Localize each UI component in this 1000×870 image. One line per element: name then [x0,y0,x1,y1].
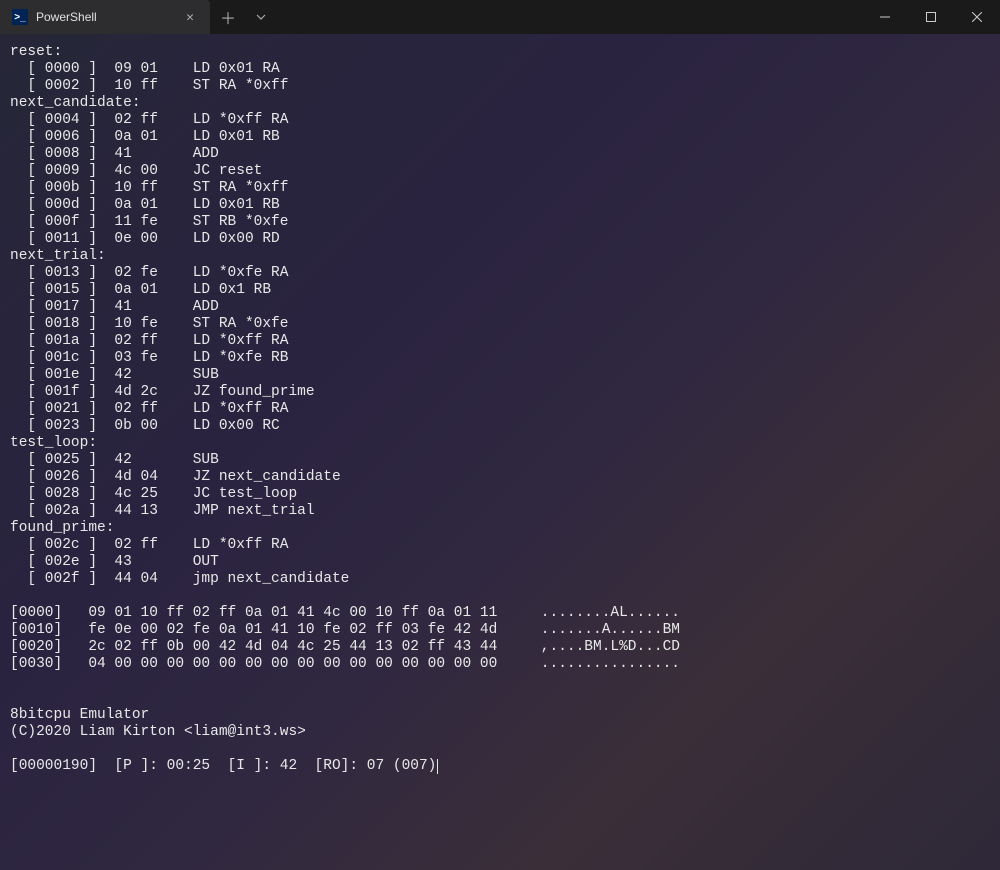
output-line: [ 0021 ] 02 ff LD *0xff RA [10,401,990,418]
output-line: [ 0025 ] 42 SUB [10,452,990,469]
output-line: [ 002a ] 44 13 JMP next_trial [10,503,990,520]
chevron-down-icon [256,14,266,20]
output-line: [ 0026 ] 4d 04 JZ next_candidate [10,469,990,486]
output-line: [ 0008 ] 41 ADD [10,146,990,163]
titlebar-drag-region[interactable] [276,0,862,34]
output-line: [ 001e ] 42 SUB [10,367,990,384]
output-line: 8bitcpu Emulator [10,707,990,724]
output-line: next_trial: [10,248,990,265]
output-line: [ 001c ] 03 fe LD *0xfe RB [10,350,990,367]
output-line: [ 0011 ] 0e 00 LD 0x00 RD [10,231,990,248]
output-line: [ 0002 ] 10 ff ST RA *0xff [10,78,990,95]
output-line: [ 001f ] 4d 2c JZ found_prime [10,384,990,401]
terminal-output[interactable]: reset: [ 0000 ] 09 01 LD 0x01 RA [ 0002 … [0,34,1000,870]
output-line: [0030] 04 00 00 00 00 00 00 00 00 00 00 … [10,656,990,673]
output-line: [ 000d ] 0a 01 LD 0x01 RB [10,197,990,214]
maximize-icon [926,12,936,22]
output-line: [ 0009 ] 4c 00 JC reset [10,163,990,180]
output-line: [0020] 2c 02 ff 0b 00 42 4d 04 4c 25 44 … [10,639,990,656]
window-controls [862,0,1000,34]
output-line: reset: [10,44,990,61]
output-line: [ 001a ] 02 ff LD *0xff RA [10,333,990,350]
output-line [10,673,990,690]
output-line: [ 002e ] 43 OUT [10,554,990,571]
tab-dropdown-button[interactable] [246,0,276,34]
minimize-icon [880,12,890,22]
output-line: next_candidate: [10,95,990,112]
output-line: found_prime: [10,520,990,537]
output-line: [ 0017 ] 41 ADD [10,299,990,316]
output-line: [0000] 09 01 10 ff 02 ff 0a 01 41 4c 00 … [10,605,990,622]
output-line: [ 0006 ] 0a 01 LD 0x01 RB [10,129,990,146]
cursor [437,759,438,774]
output-line: [0010] fe 0e 00 02 fe 0a 01 41 10 fe 02 … [10,622,990,639]
titlebar: >_ PowerShell ✕ ＋ [0,0,1000,34]
new-tab-button[interactable]: ＋ [210,0,246,34]
output-line: [ 0004 ] 02 ff LD *0xff RA [10,112,990,129]
output-line: [ 0018 ] 10 fe ST RA *0xfe [10,316,990,333]
output-line: [00000190] [P ]: 00:25 [I ]: 42 [RO]: 07… [10,758,990,775]
output-line [10,741,990,758]
close-icon [972,12,982,22]
tab-powershell[interactable]: >_ PowerShell ✕ [0,0,210,34]
close-tab-icon[interactable]: ✕ [182,8,198,27]
output-line: (C)2020 Liam Kirton <liam@int3.ws> [10,724,990,741]
output-line: [ 000f ] 11 fe ST RB *0xfe [10,214,990,231]
minimize-button[interactable] [862,0,908,34]
output-line: [ 0028 ] 4c 25 JC test_loop [10,486,990,503]
output-line: [ 002f ] 44 04 jmp next_candidate [10,571,990,588]
tab-title: PowerShell [36,10,174,24]
output-line [10,588,990,605]
output-line: test_loop: [10,435,990,452]
close-window-button[interactable] [954,0,1000,34]
output-line: [ 002c ] 02 ff LD *0xff RA [10,537,990,554]
maximize-button[interactable] [908,0,954,34]
output-line [10,690,990,707]
output-line: [ 0013 ] 02 fe LD *0xfe RA [10,265,990,282]
output-line: [ 0015 ] 0a 01 LD 0x1 RB [10,282,990,299]
output-line: [ 0000 ] 09 01 LD 0x01 RA [10,61,990,78]
output-line: [ 000b ] 10 ff ST RA *0xff [10,180,990,197]
powershell-icon: >_ [12,9,28,25]
output-line: [ 0023 ] 0b 00 LD 0x00 RC [10,418,990,435]
